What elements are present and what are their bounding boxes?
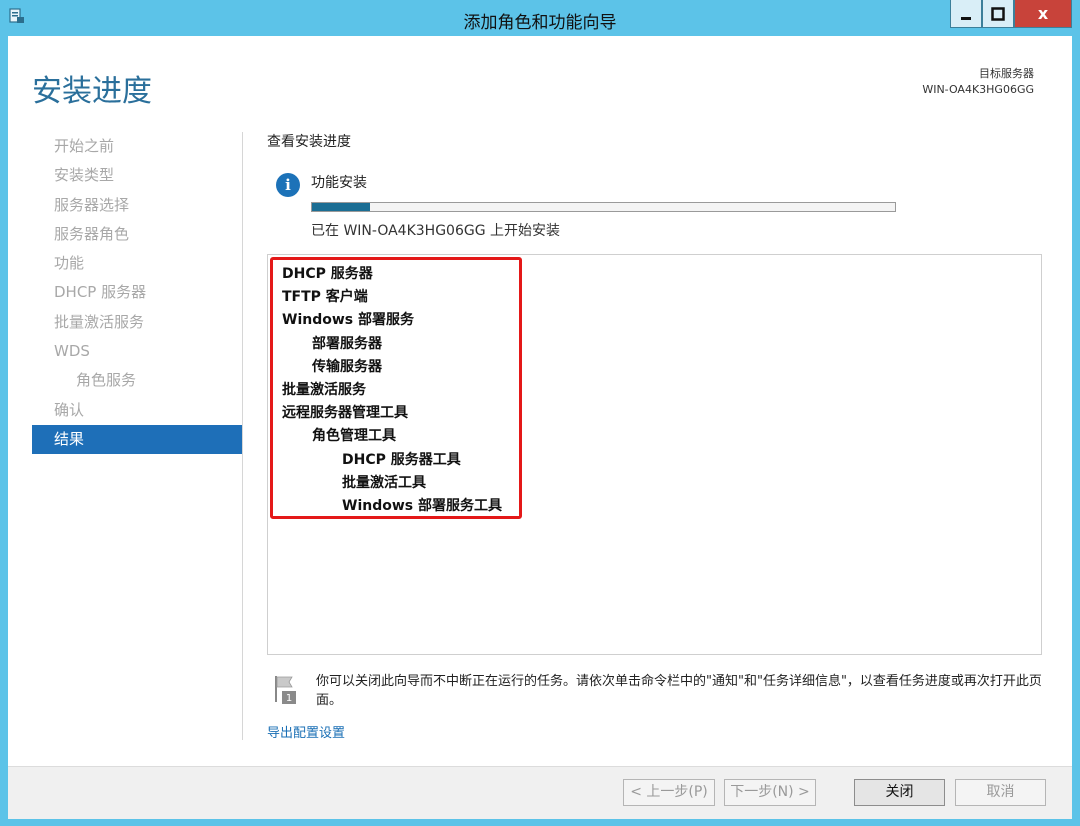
maximize-button[interactable]	[982, 0, 1014, 28]
install-progress-bar	[311, 202, 896, 212]
wizard-window: 添加角色和功能向导 x 安装进度 目标服务器 WIN-OA4K3HG06GG 开…	[0, 0, 1080, 826]
maximize-icon	[991, 6, 1005, 21]
notification-flag-icon: 1	[272, 674, 300, 706]
target-server-name: WIN-OA4K3HG06GG	[922, 83, 1034, 96]
nav-item-confirmation[interactable]: 确认	[32, 396, 242, 425]
cancel-button[interactable]: 取消	[955, 779, 1046, 806]
info-icon: i	[276, 173, 300, 197]
page-title: 安装进度	[32, 74, 152, 109]
feature-install-label: 功能安装	[311, 175, 367, 191]
target-server-info: 目标服务器 WIN-OA4K3HG06GG	[922, 66, 1034, 98]
target-server-label: 目标服务器	[979, 67, 1034, 80]
nav-item-server-roles[interactable]: 服务器角色	[32, 220, 242, 249]
nav-item-results[interactable]: 结果	[32, 424, 242, 455]
close-wizard-note: 你可以关闭此向导而不中断正在运行的任务。请依次单击命令栏中的"通知"和"任务详细…	[316, 674, 1042, 708]
nav-item-install-type[interactable]: 安装类型	[32, 161, 242, 190]
nav-item-wds[interactable]: WDS	[32, 337, 242, 366]
minimize-icon	[961, 16, 971, 20]
title-bar[interactable]: 添加角色和功能向导 x	[0, 0, 1080, 36]
nav-item-server-selection[interactable]: 服务器选择	[32, 191, 242, 220]
nav-divider	[242, 132, 243, 740]
red-highlight-box	[270, 257, 522, 519]
close-window-button[interactable]: x	[1014, 0, 1072, 28]
wizard-client-area: 安装进度 目标服务器 WIN-OA4K3HG06GG 开始之前 安装类型 服务器…	[8, 36, 1072, 819]
nav-item-role-services[interactable]: 角色服务	[32, 366, 242, 395]
minimize-button[interactable]	[950, 0, 982, 28]
nav-item-dhcp-server[interactable]: DHCP 服务器	[32, 278, 242, 307]
button-bar: < 上一步(P) 下一步(N) > 关闭 取消	[8, 766, 1072, 819]
next-button[interactable]: 下一步(N) >	[724, 779, 816, 806]
install-status-text: 已在 WIN-OA4K3HG06GG 上开始安装	[311, 223, 561, 239]
previous-button[interactable]: < 上一步(P)	[623, 779, 715, 806]
export-config-link[interactable]: 导出配置设置	[267, 722, 345, 741]
wizard-nav: 开始之前 安装类型 服务器选择 服务器角色 功能 DHCP 服务器 批量激活服务…	[32, 132, 242, 455]
close-icon: x	[1037, 4, 1049, 23]
nav-item-volume-activation[interactable]: 批量激活服务	[32, 308, 242, 337]
results-panel[interactable]: DHCP 服务器 TFTP 客户端 Windows 部署服务 部署服务器 传输服…	[267, 254, 1042, 655]
nav-item-features[interactable]: 功能	[32, 249, 242, 278]
progress-fill	[312, 203, 371, 211]
section-label: 查看安装进度	[267, 134, 351, 150]
notification-badge-count: 1	[286, 693, 292, 704]
close-button[interactable]: 关闭	[854, 779, 945, 806]
nav-item-before-begin[interactable]: 开始之前	[32, 132, 242, 161]
window-title: 添加角色和功能向导	[463, 13, 617, 33]
